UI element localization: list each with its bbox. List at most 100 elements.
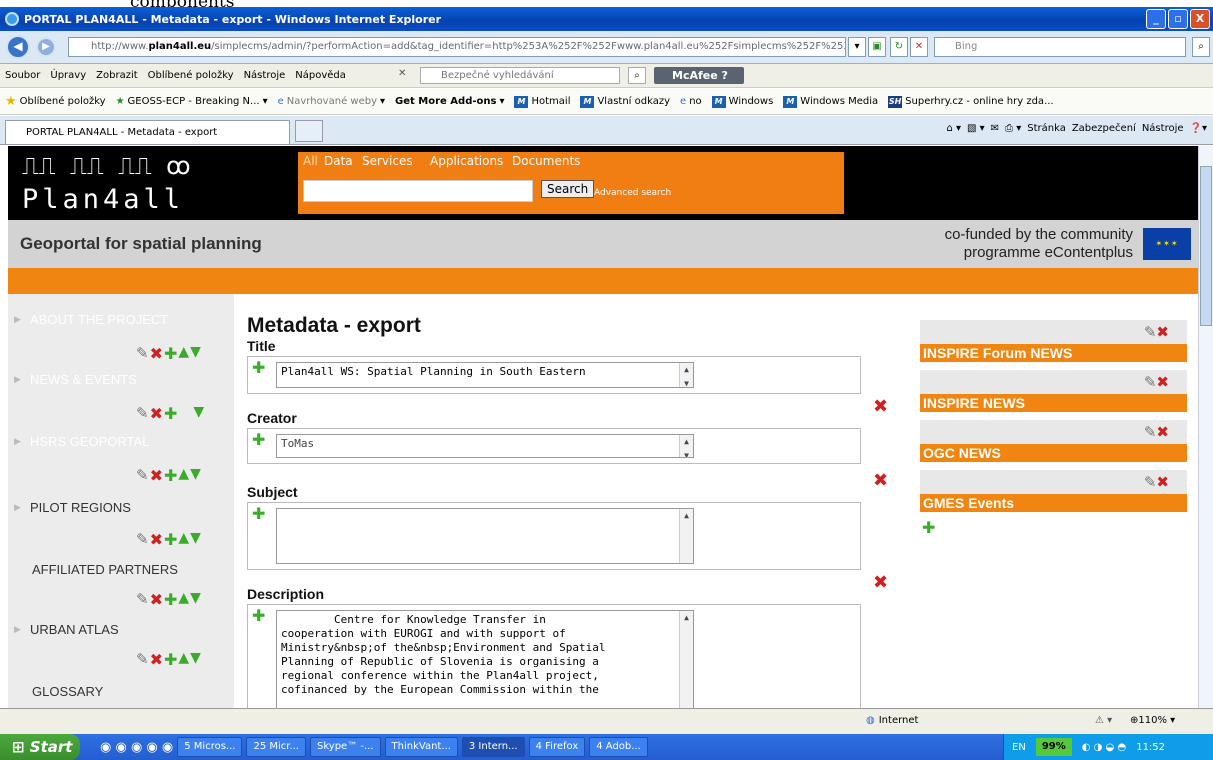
- back-button[interactable]: ◀: [6, 35, 30, 59]
- add-icon[interactable]: ✚: [164, 650, 177, 669]
- taskbar-outlook[interactable]: 5 Micros...: [177, 737, 243, 757]
- maximize-button[interactable]: ▫: [1168, 9, 1188, 29]
- mail-icon[interactable]: ✉: [991, 123, 999, 134]
- news-title[interactable]: GMES Events: [920, 494, 1187, 512]
- edit-icon[interactable]: ✎: [136, 590, 149, 609]
- textarea-scrollbar[interactable]: ▲: [679, 611, 693, 708]
- edit-icon[interactable]: ✎: [136, 344, 149, 363]
- add-icon[interactable]: ✚: [164, 530, 177, 549]
- news-title[interactable]: INSPIRE Forum NEWS: [920, 344, 1187, 362]
- taskbar-thinkvantage[interactable]: ThinkVant...: [384, 737, 458, 757]
- sidebar-item-pilot[interactable]: ▶ PILOT REGIONS: [8, 500, 234, 515]
- compat-view-icon[interactable]: ▣: [868, 37, 886, 57]
- fav-suggested[interactable]: e Navrhované weby ▾: [273, 96, 390, 107]
- delete-icon[interactable]: ✖: [150, 466, 163, 485]
- category-all[interactable]: All: [303, 154, 318, 168]
- bing-search-input[interactable]: Bing: [934, 37, 1186, 57]
- fav-no[interactable]: e no: [675, 96, 707, 107]
- fav-superhry[interactable]: SH Superhry.cz - online hry zda...: [883, 95, 1058, 108]
- arrow-up-icon[interactable]: ▲: [178, 590, 189, 609]
- url-dropdown-icon[interactable]: ▾: [848, 37, 866, 57]
- language-indicator[interactable]: EN: [1012, 742, 1026, 753]
- fav-windows-media[interactable]: M Windows Media: [778, 95, 883, 108]
- stop-icon[interactable]: ✕: [910, 37, 928, 57]
- delete-icon[interactable]: ✖: [1156, 423, 1169, 441]
- add-icon[interactable]: ✚: [922, 518, 935, 537]
- safe-search-icon[interactable]: ⌕: [628, 67, 646, 84]
- add-icon[interactable]: ✚: [252, 504, 265, 523]
- protected-mode-icon[interactable]: ⚠ ▾: [1095, 715, 1112, 726]
- delete-icon[interactable]: ✖: [873, 396, 888, 417]
- advanced-search-link[interactable]: Advanced search: [594, 188, 671, 198]
- category-data[interactable]: Data: [324, 154, 353, 168]
- search-icon[interactable]: ⌕: [1192, 37, 1210, 57]
- delete-icon[interactable]: ✖: [150, 590, 163, 609]
- category-services[interactable]: Services: [362, 154, 413, 168]
- print-icon[interactable]: ⎙ ▾: [1005, 123, 1021, 134]
- favorites-button[interactable]: ★ Oblíbené položky: [0, 94, 111, 109]
- subject-textarea[interactable]: ▲: [276, 508, 694, 564]
- start-button[interactable]: ⊞ Start: [0, 734, 80, 760]
- menu-favorites[interactable]: Oblíbené položky: [143, 70, 239, 81]
- menu-edit[interactable]: Úpravy: [45, 70, 91, 81]
- delete-icon[interactable]: ✖: [150, 650, 163, 669]
- close-button[interactable]: X: [1190, 9, 1210, 29]
- delete-icon[interactable]: ✖: [1156, 323, 1169, 341]
- sidebar-item-about[interactable]: ▶ ABOUT THE PROJECT: [8, 312, 234, 327]
- minimize-button[interactable]: _: [1146, 9, 1166, 29]
- close-toolbar-icon[interactable]: ✕: [398, 68, 406, 79]
- tab-active[interactable]: PORTAL PLAN4ALL - Metadata - export: [5, 120, 290, 144]
- creator-textarea[interactable]: ToMas ▲ ▼: [276, 434, 694, 458]
- arrow-down-icon[interactable]: ▼: [190, 590, 201, 609]
- arrow-down-icon[interactable]: ▼: [190, 650, 201, 669]
- delete-icon[interactable]: ✖: [1156, 373, 1169, 391]
- sidebar-item-affiliated[interactable]: AFFILIATED PARTNERS: [8, 562, 234, 577]
- delete-icon[interactable]: ✖: [150, 530, 163, 549]
- cmd-page[interactable]: Stránka: [1027, 123, 1066, 134]
- menu-tools[interactable]: Nástroje: [239, 70, 291, 81]
- add-icon[interactable]: ✚: [252, 358, 265, 377]
- arrow-down-icon[interactable]: ▼: [190, 466, 201, 485]
- cmd-security[interactable]: Zabezpečení: [1072, 123, 1136, 134]
- fav-windows[interactable]: M Windows: [707, 95, 779, 108]
- arrow-up-icon[interactable]: ▲: [178, 466, 189, 485]
- add-icon[interactable]: ✚: [164, 344, 177, 363]
- taskbar-adobe[interactable]: 4 Adob...: [589, 737, 648, 757]
- feeds-icon[interactable]: ▧ ▾: [967, 123, 985, 134]
- add-icon[interactable]: ✚: [164, 404, 177, 423]
- edit-icon[interactable]: ✎: [1144, 373, 1157, 391]
- sidebar-item-news[interactable]: ▶ NEWS & EVENTS: [8, 372, 234, 387]
- fav-hotmail[interactable]: M Hotmail: [509, 95, 575, 108]
- edit-icon[interactable]: ✎: [136, 466, 149, 485]
- textarea-scrollbar[interactable]: ▲ ▼: [679, 363, 693, 387]
- site-logo[interactable]: Plan4all: [22, 184, 184, 215]
- taskbar-ie[interactable]: 3 Intern...: [461, 737, 525, 757]
- delete-icon[interactable]: ✖: [1156, 473, 1169, 491]
- arrow-down-icon[interactable]: ▼: [190, 344, 201, 363]
- menu-view[interactable]: Zobrazit: [91, 70, 143, 81]
- quick-launch-icons[interactable]: ◉ ◉ ◉ ◉ ◉: [100, 740, 173, 755]
- edit-icon[interactable]: ✎: [1144, 323, 1157, 341]
- add-icon[interactable]: ✚: [164, 590, 177, 609]
- category-applications[interactable]: Applications: [430, 154, 503, 168]
- news-title[interactable]: OGC NEWS: [920, 444, 1187, 462]
- taskbar-skype[interactable]: Skype™ -...: [310, 737, 381, 757]
- delete-icon[interactable]: ✖: [150, 404, 163, 423]
- arrow-up-icon[interactable]: ▲: [178, 650, 189, 669]
- mcafee-button[interactable]: McAfee ?: [654, 67, 744, 84]
- sidebar-item-glossary[interactable]: GLOSSARY: [8, 684, 234, 699]
- edit-icon[interactable]: ✎: [1144, 473, 1157, 491]
- site-search-button[interactable]: Search: [541, 180, 595, 198]
- edit-icon[interactable]: ✎: [136, 650, 149, 669]
- add-icon[interactable]: ✚: [164, 466, 177, 485]
- delete-icon[interactable]: ✖: [873, 572, 888, 593]
- arrow-down-icon[interactable]: ▼: [193, 404, 204, 423]
- menu-file[interactable]: Soubor: [0, 70, 45, 81]
- scrollbar-thumb[interactable]: [1200, 166, 1212, 326]
- arrow-up-icon[interactable]: ▲: [178, 344, 189, 363]
- arrow-down-icon[interactable]: ▼: [190, 530, 201, 549]
- add-icon[interactable]: ✚: [252, 606, 265, 625]
- description-textarea[interactable]: Centre for Knowledge Transfer in coopera…: [276, 610, 694, 708]
- safe-search-input[interactable]: Bezpečné vyhledávání: [420, 67, 620, 84]
- add-icon[interactable]: ✚: [252, 430, 265, 449]
